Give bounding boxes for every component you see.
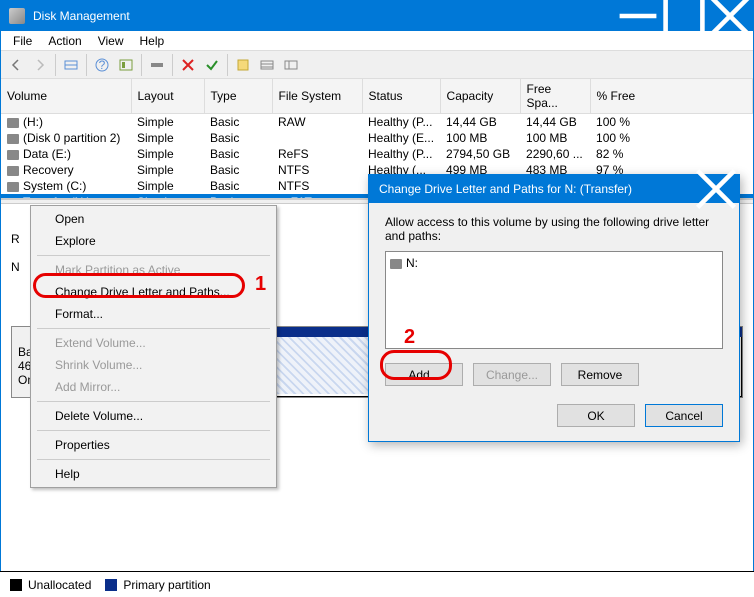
- drive-icon: [7, 150, 19, 160]
- cm-delete[interactable]: Delete Volume...: [33, 405, 274, 427]
- dialog-path-list[interactable]: N:: [385, 251, 723, 349]
- refresh-icon[interactable]: [146, 54, 168, 76]
- menubar: File Action View Help: [1, 31, 753, 51]
- cm-change-letter[interactable]: Change Drive Letter and Paths...: [33, 281, 274, 303]
- maximize-button[interactable]: [661, 1, 707, 31]
- cm-explore[interactable]: Explore: [33, 230, 274, 252]
- col-layout[interactable]: Layout: [131, 79, 204, 114]
- settings-icon[interactable]: [115, 54, 137, 76]
- dialog-close-button[interactable]: [693, 174, 739, 204]
- drive-icon: [7, 182, 19, 192]
- svg-text:?: ?: [99, 58, 106, 72]
- properties-icon[interactable]: [60, 54, 82, 76]
- table-row[interactable]: Data (E:)SimpleBasicReFSHealthy (P...279…: [1, 146, 753, 162]
- col-free[interactable]: Free Spa...: [520, 79, 590, 114]
- cm-shrink: Shrink Volume...: [33, 354, 274, 376]
- drive-icon: [7, 166, 19, 176]
- remove-button[interactable]: Remove: [561, 363, 639, 386]
- table-row[interactable]: (H:)SimpleBasicRAWHealthy (P...14,44 GB1…: [1, 114, 753, 131]
- table-row[interactable]: (Disk 0 partition 2)SimpleBasicHealthy (…: [1, 130, 753, 146]
- obscured-row-r: R: [11, 232, 20, 246]
- annotation-number-2: 2: [404, 326, 415, 349]
- annotation-number-1: 1: [255, 273, 266, 296]
- menu-help[interactable]: Help: [132, 32, 173, 50]
- ok-button[interactable]: OK: [557, 404, 635, 427]
- col-volume[interactable]: Volume: [1, 79, 131, 114]
- cm-open[interactable]: Open: [33, 208, 274, 230]
- col-status[interactable]: Status: [362, 79, 440, 114]
- dialog-titlebar[interactable]: Change Drive Letter and Paths for N: (Tr…: [369, 175, 739, 203]
- menu-view[interactable]: View: [90, 32, 132, 50]
- drive-icon: [7, 118, 19, 128]
- col-type[interactable]: Type: [204, 79, 272, 114]
- menu-file[interactable]: File: [5, 32, 40, 50]
- dialog-instruction: Allow access to this volume by using the…: [385, 215, 723, 243]
- titlebar[interactable]: Disk Management: [1, 1, 753, 31]
- dialog-title: Change Drive Letter and Paths for N: (Tr…: [369, 182, 693, 196]
- close-button[interactable]: [707, 1, 753, 31]
- check-icon[interactable]: [201, 54, 223, 76]
- list-item[interactable]: N:: [390, 256, 718, 270]
- menu-action[interactable]: Action: [40, 32, 89, 50]
- legend-unallocated: Unallocated: [10, 578, 91, 592]
- detail-icon[interactable]: [280, 54, 302, 76]
- change-letter-dialog: Change Drive Letter and Paths for N: (Tr…: [368, 174, 740, 442]
- col-pct[interactable]: % Free: [590, 79, 752, 114]
- cm-help[interactable]: Help: [33, 463, 274, 485]
- context-menu: Open Explore Mark Partition as Active Ch…: [30, 205, 277, 488]
- add-button[interactable]: Add...: [385, 363, 463, 386]
- drive-icon: [7, 134, 19, 144]
- change-button: Change...: [473, 363, 551, 386]
- cm-properties[interactable]: Properties: [33, 434, 274, 456]
- legend-primary: Primary partition: [105, 578, 210, 592]
- help-icon[interactable]: ?: [91, 54, 113, 76]
- minimize-button[interactable]: [615, 1, 661, 31]
- new-icon[interactable]: [232, 54, 254, 76]
- drive-icon: [390, 259, 402, 269]
- back-button[interactable]: [5, 54, 27, 76]
- col-capacity[interactable]: Capacity: [440, 79, 520, 114]
- obscured-row-n: N: [11, 260, 20, 274]
- cm-mark-active: Mark Partition as Active: [33, 259, 274, 281]
- cm-format[interactable]: Format...: [33, 303, 274, 325]
- cancel-button[interactable]: Cancel: [645, 404, 723, 427]
- legend: Unallocated Primary partition: [0, 571, 754, 597]
- col-fs[interactable]: File System: [272, 79, 362, 114]
- cm-mirror: Add Mirror...: [33, 376, 274, 398]
- window-title: Disk Management: [33, 9, 615, 23]
- list-icon[interactable]: [256, 54, 278, 76]
- app-icon: [9, 8, 25, 24]
- cm-extend: Extend Volume...: [33, 332, 274, 354]
- toolbar: ?: [1, 51, 753, 79]
- forward-button[interactable]: [29, 54, 51, 76]
- delete-icon[interactable]: [177, 54, 199, 76]
